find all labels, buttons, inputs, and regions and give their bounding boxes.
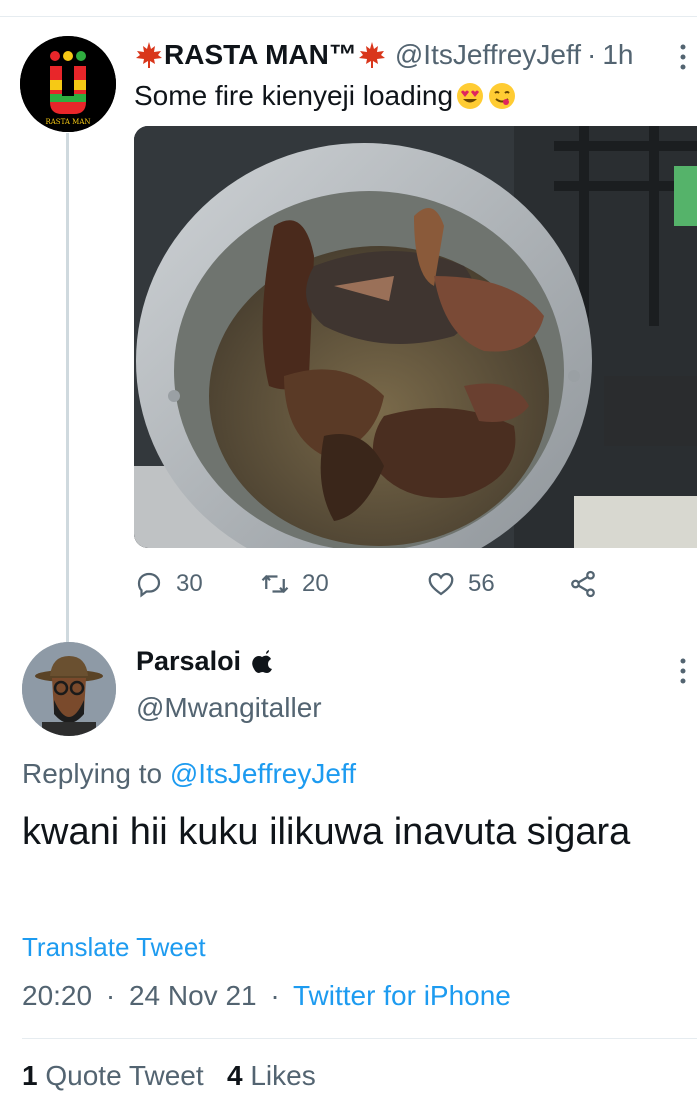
heart-eyes-emoji xyxy=(457,83,484,109)
retweet-count: 20 xyxy=(302,570,329,597)
likes-label: Likes xyxy=(250,1060,316,1091)
svg-text:RASTA MAN: RASTA MAN xyxy=(45,118,90,126)
translate-tweet-link[interactable]: Translate Tweet xyxy=(22,932,206,963)
tweet1-handle[interactable]: @ItsJeffreyJeff xyxy=(395,39,581,71)
maple-leaf-icon xyxy=(136,42,162,68)
avatar-parsaloi[interactable] xyxy=(22,642,116,736)
replying-prefix: Replying to xyxy=(22,758,170,789)
tweet1-time[interactable]: 1h xyxy=(602,39,633,71)
tweet1-actions: 30 20 56 xyxy=(134,564,614,604)
cartoon-avatar xyxy=(22,642,116,736)
rasta-logo: RASTA MAN xyxy=(20,36,116,132)
top-divider xyxy=(0,16,697,17)
share-icon xyxy=(571,570,595,598)
separator-dot: · xyxy=(105,980,116,1011)
reply-action[interactable]: 30 xyxy=(134,564,203,604)
thread-connector xyxy=(66,133,69,643)
avatar-rasta-man[interactable]: RASTA MAN xyxy=(20,36,116,132)
share-action[interactable] xyxy=(568,564,610,604)
quote-tweets-link[interactable]: 1 Quote Tweet xyxy=(22,1060,204,1091)
retweet-action[interactable]: 20 xyxy=(260,564,329,604)
like-count: 56 xyxy=(468,570,495,597)
retweet-icon xyxy=(261,574,289,594)
tweet1-header: RASTA MAN™ @ItsJeffreyJeff · 1h xyxy=(134,36,634,74)
like-icon xyxy=(428,572,454,596)
reply-count: 30 xyxy=(176,570,203,597)
likes-link[interactable]: 4 Likes xyxy=(227,1060,316,1091)
more-icon[interactable] xyxy=(676,42,690,72)
replying-to: Replying to @ItsJeffreyJeff xyxy=(22,758,356,790)
tweet1-photo[interactable] xyxy=(134,126,697,548)
maple-leaf-icon xyxy=(358,42,385,68)
reply-icon xyxy=(137,572,161,598)
more-icon[interactable] xyxy=(676,656,690,686)
tweet2-time[interactable]: 20:20 xyxy=(22,980,92,1011)
replying-to-handle[interactable]: @ItsJeffreyJeff xyxy=(170,758,356,789)
tweet2-display-name[interactable]: Parsaloi xyxy=(136,646,241,677)
tweet1-text-body: Some fire kienyeji loading xyxy=(134,80,454,111)
cooked-chicken-pot-image xyxy=(134,126,697,548)
separator-dot: · xyxy=(587,39,597,70)
divider xyxy=(22,1038,697,1039)
tweet2-display-name-row: Parsaloi xyxy=(136,646,273,677)
quote-label: Quote Tweet xyxy=(45,1060,204,1091)
tweet2-meta: 20:20 · 24 Nov 21 · Twitter for iPhone xyxy=(22,980,511,1012)
separator-dot: · xyxy=(270,980,280,1011)
like-action[interactable]: 56 xyxy=(426,564,495,604)
tweet1-display-name[interactable]: RASTA MAN™ xyxy=(164,39,357,71)
quote-count: 1 xyxy=(22,1060,38,1091)
tweet2-stats: 1 Quote Tweet 4 Likes xyxy=(22,1060,316,1092)
yum-emoji xyxy=(489,83,516,109)
tweet2-text: kwani hii kuku ilikuwa inavuta sigara xyxy=(22,811,631,853)
likes-count: 4 xyxy=(226,1060,243,1091)
tweet2-source[interactable]: Twitter for iPhone xyxy=(293,980,511,1011)
tweet2-handle[interactable]: @Mwangitaller xyxy=(136,692,322,724)
tweet2-date[interactable]: 24 Nov 21 xyxy=(129,980,257,1011)
tweet1-text: Some fire kienyeji loading xyxy=(134,80,517,112)
apple-logo-icon xyxy=(252,649,273,673)
